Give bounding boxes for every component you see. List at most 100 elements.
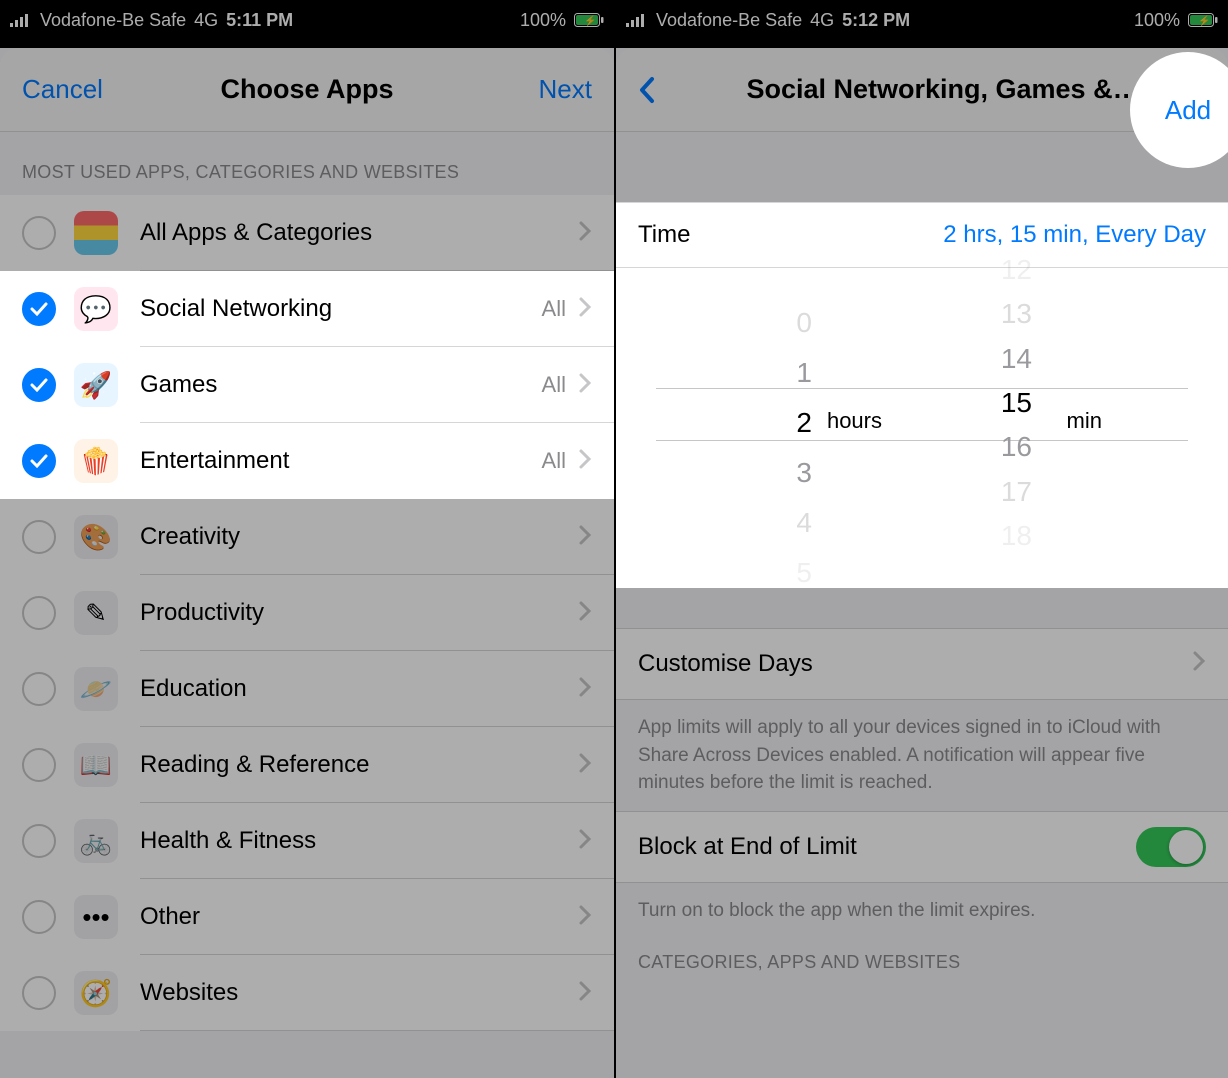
chevron-right-icon xyxy=(578,676,592,703)
network-label: 4G xyxy=(810,10,834,31)
category-row[interactable]: ✎ Productivity xyxy=(0,575,614,651)
category-icon: 🪐 xyxy=(74,667,118,711)
checkbox[interactable] xyxy=(22,520,56,554)
chevron-right-icon xyxy=(578,296,592,323)
svg-text:⚡: ⚡ xyxy=(1198,14,1210,27)
category-label: Games xyxy=(140,371,542,399)
picker-option[interactable]: 13 xyxy=(942,292,1122,336)
svg-text:⚡: ⚡ xyxy=(584,14,596,27)
category-row[interactable]: 🚲 Health & Fitness xyxy=(0,803,614,879)
nav-bar: Cancel Choose Apps Next xyxy=(0,48,614,132)
picker-option[interactable]: 3 xyxy=(722,448,902,498)
category-icon: ••• xyxy=(74,895,118,939)
back-button[interactable] xyxy=(638,75,656,105)
category-label: Entertainment xyxy=(140,447,542,475)
checkbox[interactable] xyxy=(22,824,56,858)
trailing-label: All xyxy=(542,448,566,474)
chevron-right-icon xyxy=(578,828,592,855)
category-row[interactable]: 🧭 Websites xyxy=(0,955,614,1031)
trailing-label: All xyxy=(542,296,566,322)
category-row[interactable]: 🎨 Creativity xyxy=(0,499,614,575)
picker-option[interactable]: 12 xyxy=(942,248,1122,292)
checkbox-checked[interactable] xyxy=(22,292,56,326)
checkbox[interactable] xyxy=(22,672,56,706)
checkbox[interactable] xyxy=(22,976,56,1010)
picker-option[interactable]: 1 xyxy=(722,348,902,398)
battery-label: 100% xyxy=(1134,10,1180,31)
block-row[interactable]: Block at End of Limit xyxy=(616,811,1228,883)
left-screen: Vodafone-Be Safe 4G 5:11 PM 100% ⚡ Cance… xyxy=(0,0,614,1078)
status-time: 5:12 PM xyxy=(842,10,910,31)
category-row[interactable]: 💬 Social Networking All xyxy=(0,271,614,347)
row-all-apps[interactable]: All Apps & Categories xyxy=(0,195,614,271)
hours-unit: hours xyxy=(827,408,882,434)
selected-categories: 💬 Social Networking All 🚀 Games All 🍿 En… xyxy=(0,271,614,499)
chevron-right-icon xyxy=(578,220,592,247)
category-icon: 🧭 xyxy=(74,971,118,1015)
category-icon: ✎ xyxy=(74,591,118,635)
category-icon: 📖 xyxy=(74,743,118,787)
carrier-label: Vodafone-Be Safe xyxy=(40,10,186,31)
checkbox[interactable] xyxy=(22,216,56,250)
category-icon: 🚲 xyxy=(74,819,118,863)
chevron-right-icon xyxy=(578,524,592,551)
minutes-column[interactable]: 12131415161718min xyxy=(942,278,1122,588)
all-apps-icon xyxy=(74,211,118,255)
hours-column[interactable]: 012345hours xyxy=(722,278,902,588)
nav-title: Choose Apps xyxy=(220,74,393,105)
category-icon: 🍿 xyxy=(74,439,118,483)
category-row[interactable]: 🍿 Entertainment All xyxy=(0,423,614,499)
chevron-right-icon xyxy=(1192,650,1206,679)
section-header: MOST USED APPS, CATEGORIES AND WEBSITES xyxy=(0,132,614,195)
signal-icon xyxy=(626,13,648,27)
trailing-label: All xyxy=(542,372,566,398)
network-label: 4G xyxy=(194,10,218,31)
status-bar: Vodafone-Be Safe 4G 5:12 PM 100% ⚡ xyxy=(616,0,1228,40)
status-bar: Vodafone-Be Safe 4G 5:11 PM 100% ⚡ xyxy=(0,0,614,40)
time-row[interactable]: Time 2 hrs, 15 min, Every Day xyxy=(616,202,1228,268)
battery-icon: ⚡ xyxy=(574,13,604,27)
checkbox[interactable] xyxy=(22,748,56,782)
other-categories: 🎨 Creativity ✎ Productivity 🪐 Education … xyxy=(0,499,614,1031)
checkbox[interactable] xyxy=(22,900,56,934)
picker-option[interactable]: 14 xyxy=(942,337,1122,381)
cancel-button[interactable]: Cancel xyxy=(22,74,103,105)
footer-note-2: Turn on to block the app when the limit … xyxy=(616,883,1228,939)
category-label: Productivity xyxy=(140,599,578,627)
time-value: 2 hrs, 15 min, Every Day xyxy=(943,221,1206,249)
chevron-right-icon xyxy=(578,980,592,1007)
time-picker[interactable]: 012345hours 12131415161718min xyxy=(616,268,1228,588)
category-row[interactable]: 🚀 Games All xyxy=(0,347,614,423)
category-label: Creativity xyxy=(140,523,578,551)
chevron-right-icon xyxy=(578,904,592,931)
picker-option[interactable]: 5 xyxy=(722,548,902,598)
checkbox-checked[interactable] xyxy=(22,368,56,402)
category-icon: 🚀 xyxy=(74,363,118,407)
category-row[interactable]: 🪐 Education xyxy=(0,651,614,727)
status-time: 5:11 PM xyxy=(226,10,293,31)
category-row[interactable]: 📖 Reading & Reference xyxy=(0,727,614,803)
picker-option[interactable]: 4 xyxy=(722,498,902,548)
category-icon: 🎨 xyxy=(74,515,118,559)
picker-option[interactable]: 17 xyxy=(942,469,1122,513)
signal-icon xyxy=(10,13,32,27)
carrier-label: Vodafone-Be Safe xyxy=(656,10,802,31)
add-button[interactable]: Add xyxy=(1165,95,1211,126)
checkbox-checked[interactable] xyxy=(22,444,56,478)
category-label: Social Networking xyxy=(140,295,542,323)
category-row[interactable]: ••• Other xyxy=(0,879,614,955)
checkbox[interactable] xyxy=(22,596,56,630)
picker-option[interactable]: 18 xyxy=(942,514,1122,558)
customise-days-label: Customise Days xyxy=(638,650,813,678)
picker-option[interactable]: 0 xyxy=(722,298,902,348)
block-toggle[interactable] xyxy=(1136,827,1206,867)
category-label: Reading & Reference xyxy=(140,751,578,779)
battery-icon: ⚡ xyxy=(1188,13,1218,27)
next-button[interactable]: Next xyxy=(539,74,592,105)
customise-days-row[interactable]: Customise Days xyxy=(616,628,1228,700)
category-icon: 💬 xyxy=(74,287,118,331)
section-header-2: CATEGORIES, APPS AND WEBSITES xyxy=(616,938,1228,985)
chevron-right-icon xyxy=(578,448,592,475)
right-screen: Vodafone-Be Safe 4G 5:12 PM 100% ⚡ Socia… xyxy=(614,0,1228,1078)
chevron-right-icon xyxy=(578,372,592,399)
